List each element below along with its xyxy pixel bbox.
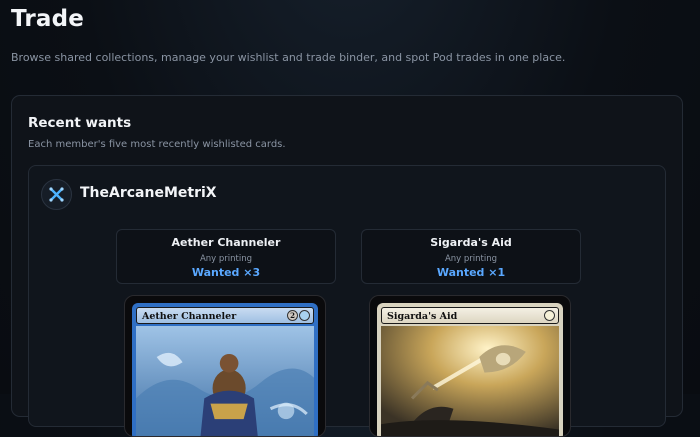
want-card-name: Sigarda's Aid [430,236,512,249]
blue-mana-icon [299,310,310,321]
generic-mana-icon: 2 [287,310,298,321]
avatar[interactable] [41,179,72,210]
crossed-x-icon [49,187,64,202]
wanted-count: Wanted ×3 [191,266,261,279]
recent-wants-panel: Recent wants Each member's five most rec… [11,95,683,437]
card-image-sigardas-aid[interactable]: Sigarda's Aid [369,295,571,437]
member-wants-card: TheArcaneMetriX Aether Channeler Any pri… [28,165,666,437]
card-title-bar: Sigarda's Aid [381,307,559,324]
card-title: Aether Channeler [142,311,237,322]
want-item-sigardas-aid[interactable]: Sigarda's Aid Any printing Wanted ×1 [361,229,581,284]
wanted-count: Wanted ×1 [436,266,506,279]
want-item-aether-channeler[interactable]: Aether Channeler Any printing Wanted ×3 [116,229,336,284]
want-card-name: Aether Channeler [171,236,281,249]
page-title: Trade [11,6,85,32]
recent-wants-subtitle: Each member's five most recently wishlis… [28,139,286,150]
card-art [136,326,314,436]
white-mana-icon [544,310,555,321]
want-printing: Any printing [199,254,253,264]
want-printing: Any printing [444,254,498,264]
card-title-bar: Aether Channeler 2 [136,307,314,324]
page-subtitle: Browse shared collections, manage your w… [11,51,566,64]
card-title: Sigarda's Aid [387,311,458,322]
card-frame-white: Sigarda's Aid [377,303,563,436]
recent-wants-title: Recent wants [28,115,132,131]
card-art [381,326,559,436]
card-image-aether-channeler[interactable]: Aether Channeler 2 [124,295,326,437]
member-name[interactable]: TheArcaneMetriX [80,185,217,201]
card-frame-blue: Aether Channeler 2 [132,303,318,436]
